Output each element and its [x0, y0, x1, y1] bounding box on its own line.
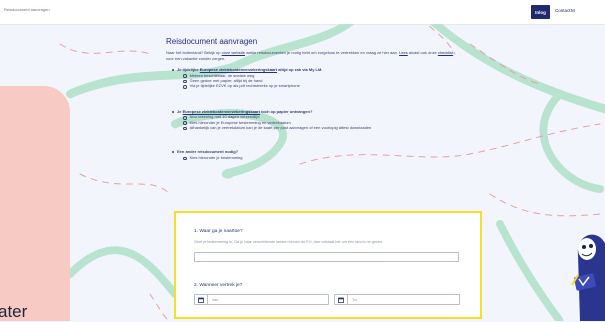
- block-other-document: Een ander reisdocument nodig? Kies hiero…: [172, 149, 461, 160]
- destination-hint: Geef je bestemming in. Ga je naar versch…: [194, 240, 384, 244]
- read-link[interactable]: Lees: [399, 50, 408, 55]
- destination-input[interactable]: [194, 252, 459, 262]
- menu-link[interactable]: M: [571, 8, 575, 13]
- site-brand[interactable]: Reisdocument aanvragen: [4, 7, 50, 12]
- promo-panel: [0, 86, 70, 321]
- checklist-link[interactable]: checklist: [438, 50, 453, 55]
- list-item: Via je tijdelijke EZVK op als pdf rechts…: [183, 83, 461, 88]
- top-bar: Reisdocument aanvragen Inlog Contact M: [0, 0, 605, 25]
- ehic-link[interactable]: Europese ziektekostenverzekeringskaart: [200, 67, 277, 72]
- date-to-placeholder: Tot: [352, 297, 357, 302]
- date-to-field[interactable]: Tot: [334, 294, 460, 305]
- ehic-link-paper[interactable]: Europese ziektekostenverzekeringskaart: [183, 109, 260, 114]
- contact-link[interactable]: Contact: [555, 8, 571, 13]
- list-item: Kies hieronder je bestemming: [183, 155, 461, 160]
- list-item: Afhankelijk van je vertrekdatum kan je d…: [183, 125, 461, 130]
- date-from-placeholder: Van: [212, 297, 219, 302]
- promo-text: ater: [0, 302, 28, 321]
- travel-form: 1. Waar ga je naartoe? Geef je bestemmin…: [174, 211, 482, 319]
- block-digital-card: Je tijdelijke Europese ziektekostenverze…: [172, 67, 461, 89]
- page-title: Reisdocument aanvragen: [166, 37, 258, 46]
- departure-question: 2. Wanneer vertrek je?: [194, 283, 243, 288]
- destination-question: 1. Waar ga je naartoe?: [194, 229, 243, 234]
- block-paper-card: Je Europese ziektekostenverzekeringskaar…: [172, 109, 461, 131]
- mascot-character: [571, 234, 605, 321]
- website-link[interactable]: onze website: [222, 50, 245, 55]
- main-content: Reisdocument aanvragen Naar het buitenla…: [166, 37, 461, 160]
- intro-text: Naar het buitenland? Bekijk op onze webs…: [166, 50, 454, 61]
- login-button[interactable]: Inlog: [531, 5, 550, 19]
- calendar-icon[interactable]: [335, 295, 348, 304]
- calendar-icon[interactable]: [195, 295, 208, 304]
- date-from-field[interactable]: Van: [194, 294, 329, 305]
